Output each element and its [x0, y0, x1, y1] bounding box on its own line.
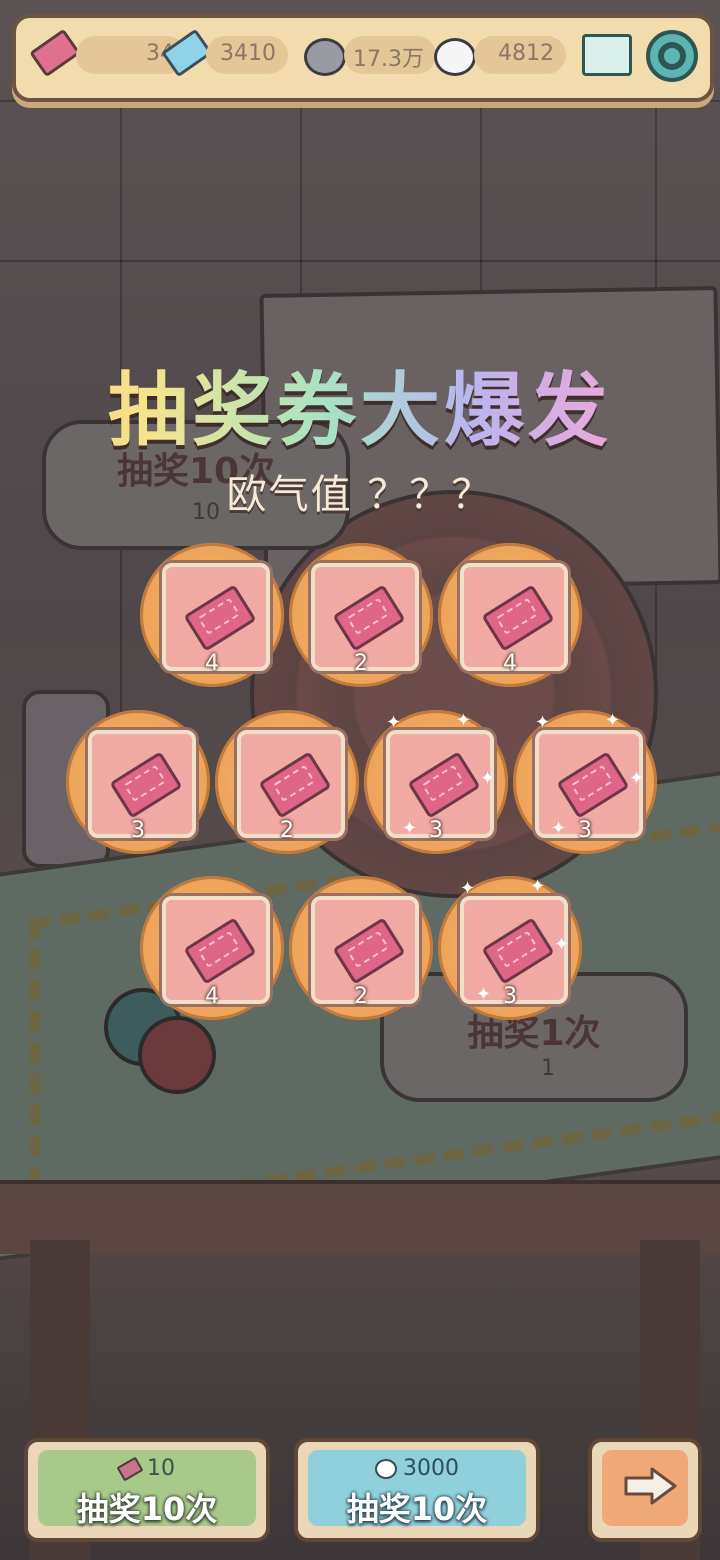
arrow-right-icon	[624, 1467, 677, 1505]
white-ghost-bubble-icon	[434, 38, 476, 76]
luck-value: 欧气值 ？？？	[226, 472, 494, 518]
pink-ticket-icon	[29, 28, 81, 78]
reward-count: 3	[131, 818, 145, 843]
sparkle-icon: ✦	[460, 878, 476, 899]
reward-item: 4	[140, 876, 284, 1020]
pink-ticket-icon	[407, 751, 481, 819]
grey-bubble-icon	[304, 38, 346, 76]
reward-item: 3	[66, 710, 210, 854]
reward-count: 3	[578, 818, 592, 843]
sparkle-icon: ✦	[456, 710, 472, 731]
background-ball	[138, 1016, 216, 1094]
blue-star-ticket-icon	[161, 28, 213, 78]
draw-10-bubble-button[interactable]: 3000 抽奖10次	[294, 1438, 540, 1542]
reward-count: 4	[503, 651, 517, 676]
reward-item: 2	[289, 543, 433, 687]
ticket-cost: 10	[147, 1456, 175, 1481]
bubble-icon	[375, 1459, 397, 1479]
gear-icon[interactable]	[646, 30, 698, 82]
pink-ticket-icon	[481, 584, 555, 652]
reward-count: 2	[354, 651, 368, 676]
reward-count: 4	[205, 984, 219, 1009]
bubble-cost: 3000	[403, 1456, 459, 1481]
bubble-counter: 17.3万	[344, 36, 436, 74]
sparkle-icon: ✦	[554, 934, 570, 955]
spirit-counter: 4812	[474, 36, 566, 74]
pink-ticket-icon	[258, 751, 332, 819]
reward-count: 2	[354, 984, 368, 1009]
sparkle-icon: ✦	[530, 876, 546, 897]
star-ticket-count: 3410	[220, 41, 276, 66]
bubble-count: 17.3万	[353, 47, 424, 72]
sparkle-icon: ✦	[476, 984, 492, 1005]
pink-ticket-icon	[481, 917, 555, 985]
ticket-icon	[116, 1456, 144, 1482]
reward-count: 4	[205, 651, 219, 676]
next-button[interactable]	[588, 1438, 702, 1542]
sparkle-icon: ✦	[551, 818, 567, 839]
sparkle-icon: ✦	[386, 712, 402, 733]
reward-item: 2	[289, 876, 433, 1020]
pink-ticket-icon	[332, 584, 406, 652]
reward-count: 2	[280, 818, 294, 843]
pink-ticket-icon	[332, 917, 406, 985]
background-table	[0, 1180, 720, 1254]
event-title: 抽奖券大爆发	[0, 346, 720, 462]
sparkle-icon: ✦	[629, 768, 645, 789]
reward-item: 4	[140, 543, 284, 687]
star-ticket-counter: 3410	[206, 36, 288, 74]
resource-bar: 34 3410 17.3万 4812	[12, 14, 714, 102]
mail-icon[interactable]	[582, 34, 632, 76]
draw-10-label: 抽奖10次	[76, 1490, 218, 1528]
spirit-count: 4812	[498, 41, 554, 66]
sign-cost: 1	[541, 1056, 555, 1081]
sparkle-icon: ✦	[402, 818, 418, 839]
sparkle-icon: ✦	[480, 768, 496, 789]
reward-item: 3 ✦ ✦ ✦ ✦	[438, 876, 582, 1020]
reward-item: 2	[215, 710, 359, 854]
pink-ticket-icon	[183, 917, 257, 985]
pink-ticket-icon	[109, 751, 183, 819]
draw-10-label: 抽奖10次	[346, 1490, 488, 1528]
reward-item: 3 ✦ ✦ ✦ ✦	[364, 710, 508, 854]
reward-item: 3 ✦ ✦ ✦ ✦	[513, 710, 657, 854]
reward-count: 3	[429, 818, 443, 843]
sparkle-icon: ✦	[605, 710, 621, 731]
pink-ticket-icon	[556, 751, 630, 819]
pink-ticket-icon	[183, 584, 257, 652]
draw-10-ticket-button[interactable]: 10 抽奖10次	[24, 1438, 270, 1542]
sparkle-icon: ✦	[535, 712, 551, 733]
reward-item: 4	[438, 543, 582, 687]
reward-count: 3	[503, 984, 517, 1009]
